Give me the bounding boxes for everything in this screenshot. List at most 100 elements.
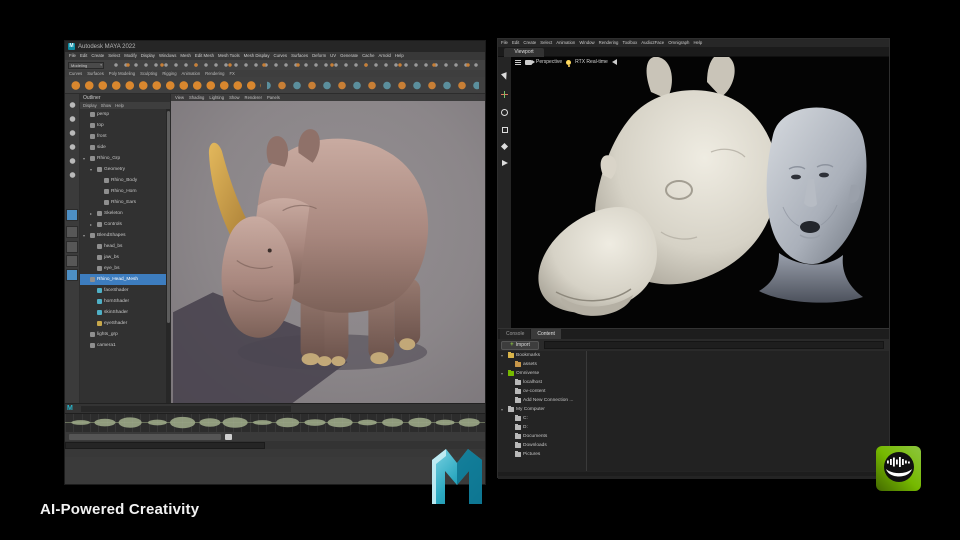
layout-persp-outliner-button[interactable]: [66, 241, 78, 253]
outliner-item[interactable]: skinShader: [80, 307, 166, 318]
layer-bar[interactable]: [81, 406, 291, 412]
outliner-item[interactable]: ▸ Controls: [80, 219, 166, 230]
maya-viewport[interactable]: ViewShadingLightingShowRendererPanels: [171, 94, 485, 403]
a2f-menu-item[interactable]: File: [501, 40, 508, 46]
a2f-menu-item[interactable]: Audio2Face: [641, 40, 664, 46]
layout-hypershade-button[interactable]: [66, 255, 78, 267]
outliner-item[interactable]: Rhino_Head_Mesh: [80, 274, 166, 285]
head-models[interactable]: [511, 57, 878, 328]
a2f-menu-item[interactable]: Toolbox: [622, 40, 637, 46]
menu-set-selector[interactable]: Modeling: [68, 62, 104, 69]
speaker-icon[interactable]: [612, 59, 617, 65]
range-slider[interactable]: [65, 432, 485, 441]
shelf-tab[interactable]: FX: [230, 71, 235, 76]
a2f-menu-item[interactable]: Animation: [556, 40, 575, 46]
expand-arrow-icon[interactable]: ▾: [83, 156, 88, 161]
outliner-item[interactable]: ▾ Rhino_Grp: [80, 153, 166, 164]
a2f-menu-item[interactable]: Help: [693, 40, 702, 46]
rotate-tool-icon[interactable]: [501, 109, 508, 116]
maya-menu-item[interactable]: Display: [141, 53, 155, 59]
tree-item[interactable]: C:: [498, 414, 586, 423]
layout-single-pane-button[interactable]: [66, 209, 78, 221]
tree-item[interactable]: ov-content: [498, 387, 586, 396]
path-bar[interactable]: [544, 341, 884, 349]
maya-menu-item[interactable]: UV: [330, 53, 336, 59]
outliner-item[interactable]: Rhino_Body: [80, 175, 166, 186]
outliner-item[interactable]: ▸ Skeleton: [80, 208, 166, 219]
command-line-input[interactable]: [65, 442, 265, 449]
outliner-item[interactable]: eye_bs: [80, 263, 166, 274]
maya-menu-item[interactable]: Generate: [340, 53, 358, 59]
horizontal-scrollbar[interactable]: [498, 472, 889, 476]
tree-item[interactable]: Add New Connection ...: [498, 396, 586, 405]
a2f-menu-item[interactable]: Omnigraph: [668, 40, 689, 46]
tab-content[interactable]: Content: [531, 329, 561, 339]
outliner-item[interactable]: head_bs: [80, 241, 166, 252]
outliner-item[interactable]: side: [80, 142, 166, 153]
shelf-tab[interactable]: Surfaces: [87, 71, 104, 76]
a2f-menu-item[interactable]: Rendering: [599, 40, 619, 46]
a2f-menu-item[interactable]: Edit: [512, 40, 519, 46]
tree-item[interactable]: Documents: [498, 432, 586, 441]
viewport-menu-item[interactable]: Panels: [267, 95, 280, 100]
viewport-tab[interactable]: Viewport: [504, 48, 544, 57]
maya-menu-item[interactable]: Mesh Tools: [218, 53, 240, 59]
select-tool-icon[interactable]: [500, 72, 508, 81]
maya-menu-item[interactable]: Deform: [312, 53, 326, 59]
tab-console[interactable]: Console: [500, 329, 530, 339]
outliner-item[interactable]: camera1: [80, 340, 166, 351]
tree-item[interactable]: Downloads: [498, 441, 586, 450]
maya-menu-item[interactable]: Arnold: [378, 53, 390, 59]
maya-tool-box[interactable]: [65, 94, 80, 403]
camera-selector[interactable]: Perspective: [536, 59, 562, 65]
tree-item[interactable]: Pictures: [498, 450, 586, 459]
tree-item[interactable]: ▾ Omniverse: [498, 369, 586, 378]
maya-menu-item[interactable]: Cache: [362, 53, 374, 59]
maya-menu-item[interactable]: Mesh: [180, 53, 191, 59]
move-tool-icon[interactable]: [501, 91, 508, 98]
maya-menu-item[interactable]: Edit: [80, 53, 87, 59]
outliner-scrollbar[interactable]: [166, 109, 170, 403]
outliner-menu-item[interactable]: Display: [83, 103, 97, 108]
shelf-tab[interactable]: Rendering: [205, 71, 224, 76]
expand-arrow-icon[interactable]: ▾: [501, 353, 506, 358]
polygon-primitive-icons[interactable]: [69, 79, 261, 92]
layout-custom-button[interactable]: [66, 269, 78, 281]
rhino-model[interactable]: [171, 101, 485, 403]
maya-menu-item[interactable]: Curves: [273, 53, 287, 59]
maya-status-line[interactable]: Modeling: [65, 60, 485, 70]
tree-item[interactable]: localhost: [498, 378, 586, 387]
outliner-item[interactable]: faceShader: [80, 285, 166, 296]
shelf-tab[interactable]: Poly Modeling: [109, 71, 135, 76]
a2f-viewport[interactable]: Perspective RTX Real-time: [498, 57, 889, 328]
outliner-item[interactable]: lights_grp: [80, 329, 166, 340]
expand-arrow-icon[interactable]: ▾: [501, 407, 506, 412]
outliner-item[interactable]: ▾ Geometry: [80, 164, 166, 175]
tree-item[interactable]: assets: [498, 360, 586, 369]
expand-arrow-icon[interactable]: ▾: [501, 371, 506, 376]
range-slider-bar[interactable]: [69, 434, 221, 440]
viewport-menu-item[interactable]: Lighting: [209, 95, 224, 100]
play-icon[interactable]: [502, 160, 508, 166]
outliner-item[interactable]: persp: [80, 109, 166, 120]
expand-arrow-icon[interactable]: ▾: [90, 167, 95, 172]
range-slider-handle[interactable]: [225, 434, 232, 440]
snap-tool-icon[interactable]: [501, 143, 508, 150]
shelf-tab[interactable]: Animation: [182, 71, 201, 76]
outliner-item[interactable]: ▾ BlendShapes: [80, 230, 166, 241]
renderer-selector[interactable]: RTX Real-time: [575, 59, 608, 65]
scale-tool-icon[interactable]: [502, 127, 508, 133]
outliner-item[interactable]: front: [80, 131, 166, 142]
viewport-menu-icon[interactable]: [515, 60, 521, 65]
expand-arrow-icon[interactable]: ▾: [83, 233, 88, 238]
expand-arrow-icon[interactable]: ▸: [90, 211, 95, 216]
shelf-tab[interactable]: Curves: [69, 71, 82, 76]
tree-item[interactable]: ▾ My Computer: [498, 405, 586, 414]
maya-menu-item[interactable]: Mesh Display: [244, 53, 270, 59]
maya-menu-item[interactable]: Help: [395, 53, 404, 59]
shelf-tab[interactable]: Sculpting: [140, 71, 157, 76]
outliner-item[interactable]: Rhino_Ears: [80, 197, 166, 208]
maya-titlebar[interactable]: M Autodesk MAYA 2022: [65, 41, 485, 52]
shelf-tab[interactable]: Rigging: [162, 71, 176, 76]
time-slider[interactable]: [65, 413, 485, 432]
